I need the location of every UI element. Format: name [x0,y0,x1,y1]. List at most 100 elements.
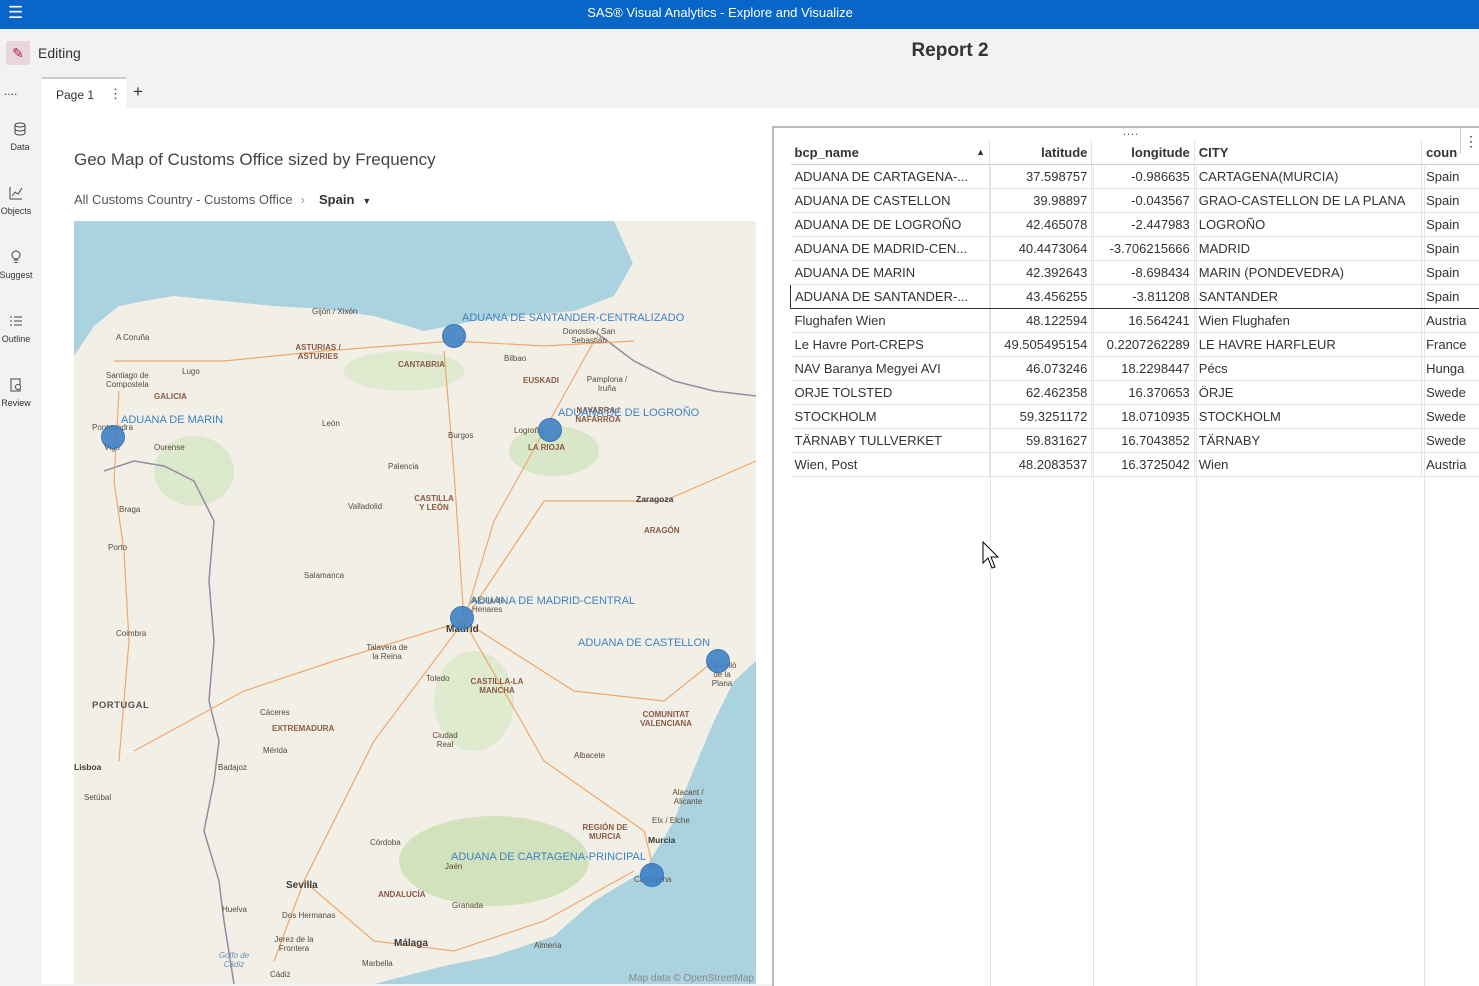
place-label: Palencia [388,462,419,471]
table-cell: 37.598757 [990,165,1092,189]
table-cell: SANTANDER [1194,285,1421,309]
nav-overflow-icon[interactable]: .... [4,84,17,98]
table-row[interactable]: ADUANA DE CASTELLON39.98897-0.043567GRAO… [791,189,1479,213]
place-label: EXTREMADURA [272,724,334,733]
map-bubble-label: ADUANA DE MARIN [121,414,223,426]
table-cell: Wien Flughafen [1194,309,1421,333]
geo-map[interactable]: Gijón / Xixón A Coruña Santiago de Compo… [74,221,756,984]
table-row[interactable]: ADUANA DE MARIN42.392643-8.698434MARIN (… [791,261,1479,285]
place-label: Badajoz [218,763,247,772]
place-label: Alacant / Alicante [668,788,708,806]
table-cell: Spain [1422,213,1479,237]
map-bubble-label: ADUANA DE MADRID-CENTRAL [470,595,635,607]
map-bubble-cartagena[interactable] [640,863,664,887]
place-label: Almería [534,941,562,950]
place-label: Santiago de Compostela [106,371,166,389]
pencil-icon: ✎ [12,45,24,62]
table-cell: Spain [1422,189,1479,213]
table-row[interactable]: ADUANA DE SANTANDER-...43.456255-3.81120… [791,285,1479,309]
map-attribution: Map data © OpenStreetMap [629,973,754,984]
map-bubble-marin[interactable] [101,425,125,449]
place-label: Burgos [448,431,473,440]
nav-item-objects[interactable]: Objects [0,186,36,216]
table-row[interactable]: NAV Baranya Megyei AVI46.07324618.229844… [791,357,1479,381]
place-label: Pamplona / Iruña [584,375,630,393]
table-cell: TÄRNABY [1194,429,1421,453]
place-label: Marbella [362,959,393,968]
table-row[interactable]: Wien, Post48.208353716.3725042WienAustri… [791,453,1479,477]
edit-mode-button[interactable]: ✎ [6,41,30,65]
table-row[interactable]: ADUANA DE CARTAGENA-...37.598757-0.98663… [791,165,1479,189]
place-label: PORTUGAL [92,700,149,711]
drag-handle-icon[interactable]: .... [1123,126,1139,138]
list-table[interactable]: .... bcp_name▲ latitude longitude CITY c… [772,126,1479,986]
place-label: Albacete [574,751,605,760]
nav-item-data[interactable]: Data [0,122,40,152]
table-header-row: bcp_name▲ latitude longitude CITY coun [791,140,1479,165]
table-row[interactable]: TÄRNABY TULLVERKET59.83162716.7043852TÄR… [791,429,1479,453]
map-bubble-castellon[interactable] [706,649,730,673]
nav-item-suggest[interactable]: Suggest [0,250,36,280]
tab-page-1[interactable]: Page 1 ⋮ [42,77,126,109]
place-label: León [322,419,340,428]
breadcrumb-root[interactable]: All Customs Country - Customs Office [74,192,293,207]
place-label: Cádiz [270,970,290,979]
column-header-longitude[interactable]: longitude [1092,140,1194,165]
map-bubble-santander[interactable] [442,324,466,348]
table-cell: Pécs [1194,357,1421,381]
lightbulb-icon [0,250,36,267]
place-label: Mérida [263,746,287,755]
place-label: COMUNITAT VALENCIANA [634,710,698,728]
table-cell: Hunga [1422,357,1479,381]
map-bubble-label: ADUANA DE DE LOGROÑO [558,407,699,419]
table-row[interactable]: ADUANA DE MADRID-CEN...40.4473064-3.7062… [791,237,1479,261]
review-icon [0,378,36,395]
nav-item-review[interactable]: Review [0,378,36,408]
column-header-latitude[interactable]: latitude [990,140,1092,165]
chevron-down-icon[interactable]: ▼ [362,196,371,206]
chart-icon [0,186,36,203]
table-cell: 18.2298447 [1092,357,1194,381]
table-cell: Spain [1422,285,1479,309]
table-cell: Swede [1422,405,1479,429]
table-cell: STOCKHOLM [791,405,990,429]
place-label: Dos Hermanas [282,911,335,920]
breadcrumb-separator-icon: › [301,192,305,207]
table-cell: France [1422,333,1479,357]
place-label: Sevilla [286,880,318,891]
table-row[interactable]: Flughafen Wien48.12259416.564241Wien Flu… [791,309,1479,333]
nav-item-outline[interactable]: Outline [0,314,36,344]
table-row[interactable]: ORJE TOLSTED62.46235816.370653ÖRJESwede [791,381,1479,405]
table-row[interactable]: ADUANA DE DE LOGROÑO42.465078-2.447983LO… [791,213,1479,237]
table-cell: ORJE TOLSTED [791,381,990,405]
place-label: ASTURIAS / ASTURIES [288,343,348,361]
more-options-icon[interactable]: ⋮ [1460,128,1479,154]
table-row[interactable]: STOCKHOLM59.325117218.0710935STOCKHOLMSw… [791,405,1479,429]
table-row[interactable]: Le Havre Port-CREPS49.5054951540.2207262… [791,333,1479,357]
table-cell: -3.811208 [1092,285,1194,309]
column-header-bcp-name[interactable]: bcp_name▲ [791,140,990,165]
map-bubble-label: ADUANA DE CASTELLON [578,637,710,649]
data-table: bcp_name▲ latitude longitude CITY coun A… [790,140,1479,477]
add-page-button[interactable]: + [133,82,143,102]
place-label: Lugo [182,367,200,376]
table-cell: ADUANA DE MADRID-CEN... [791,237,990,261]
map-bubble-logrono[interactable] [538,418,562,442]
table-cell: LE HAVRE HARFLEUR [1194,333,1421,357]
place-label: Murcia [648,835,675,845]
place-label: Ciudad Real [430,731,460,749]
breadcrumb-selected[interactable]: Spain [319,192,354,207]
column-header-city[interactable]: CITY [1194,140,1421,165]
table-cell: 62.462358 [990,381,1092,405]
hamburger-menu-icon[interactable]: ☰ [8,4,28,24]
place-label: GALICIA [154,392,187,401]
table-cell: Austria [1422,453,1479,477]
mouse-cursor-icon [982,541,1002,571]
tab-more-icon[interactable]: ⋮ [109,86,122,102]
breadcrumb: All Customs Country - Customs Office › Spa… [74,192,371,207]
place-label: Braga [119,505,140,514]
table-cell: Wien, Post [791,453,990,477]
table-cell: 48.122594 [990,309,1092,333]
table-cell: 16.7043852 [1092,429,1194,453]
map-bubble-madrid[interactable] [450,606,474,630]
